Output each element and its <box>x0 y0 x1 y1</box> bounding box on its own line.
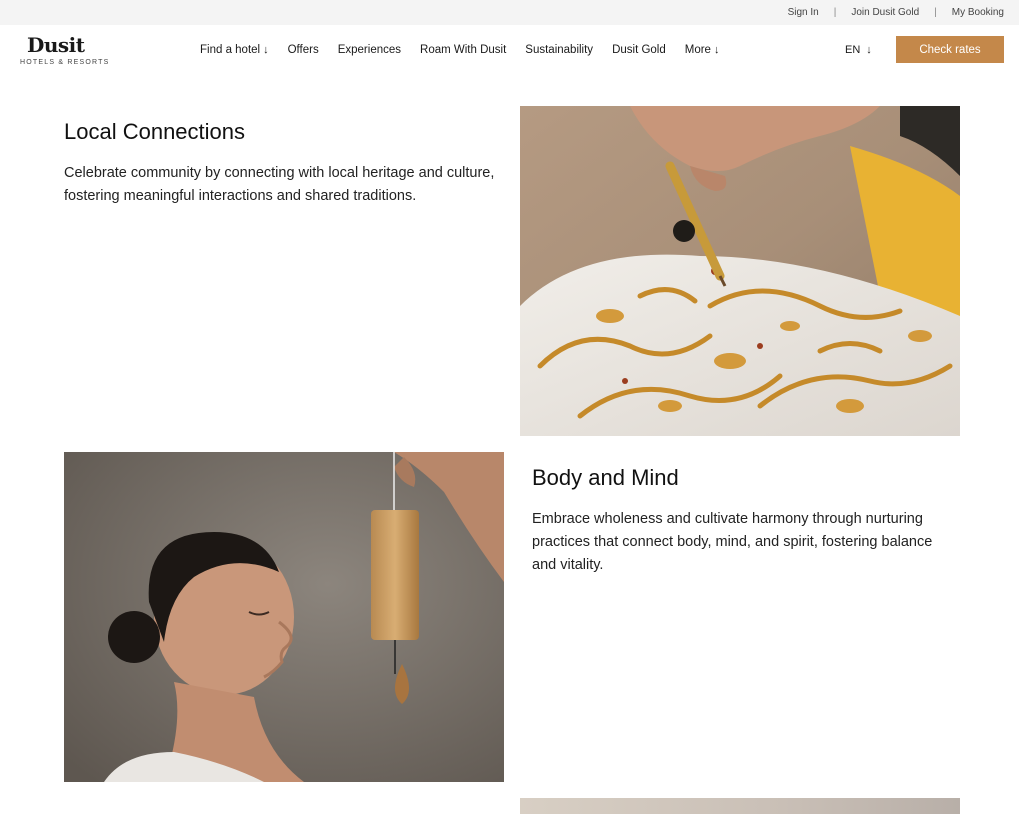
utility-bar: Sign In | Join Dusit Gold | My Booking <box>0 0 1019 25</box>
nav-experiences[interactable]: Experiences <box>338 44 401 56</box>
nav-label: More <box>684 44 711 56</box>
woman-wind-chime-image <box>64 452 504 782</box>
nav-label: Dusit Gold <box>612 44 666 56</box>
main-nav: Find a hotel ↓ Offers Experiences Roam W… <box>200 25 738 75</box>
next-section-image <box>520 798 960 814</box>
nav-label: Sustainability <box>525 44 594 56</box>
nav-offers[interactable]: Offers <box>288 44 319 56</box>
arrow-down-icon: ↓ <box>713 44 720 56</box>
check-rates-button[interactable]: Check rates <box>896 36 1004 63</box>
nav-label: Offers <box>287 44 319 56</box>
arrow-down-icon: ↓ <box>263 44 269 56</box>
section-title-body-and-mind: Body and Mind <box>532 465 679 490</box>
nav-label: Find a hotel <box>200 44 261 56</box>
nav-sustainability[interactable]: Sustainability <box>525 44 593 56</box>
nav-find-a-hotel[interactable]: Find a hotel ↓ <box>200 44 269 56</box>
logo-subtitle: HOTELS & RESORTS <box>20 59 110 66</box>
nav-more[interactable]: More ↓ <box>685 44 720 56</box>
language-selector[interactable]: EN ↓ <box>845 25 872 75</box>
section-title-local-connections: Local Connections <box>64 119 246 144</box>
batik-painting-image <box>520 106 960 436</box>
join-dusit-gold-link[interactable]: Join Dusit Gold <box>851 7 919 18</box>
section-text-body-and-mind: Embrace wholeness and cultivate harmony … <box>532 511 933 573</box>
arrow-down-icon: ↓ <box>866 44 872 56</box>
logo-wordmark: Dusit <box>27 33 85 57</box>
dusit-logo[interactable]: Dusit HOTELS & RESORTS <box>20 33 108 69</box>
nav-dusit-gold[interactable]: Dusit Gold <box>612 44 666 56</box>
section-text-local-connections: Celebrate community by connecting with l… <box>64 165 495 204</box>
utility-separator: | <box>833 7 837 18</box>
nav-label: Roam With Dusit <box>420 44 507 56</box>
nav-label: Experiences <box>337 44 402 56</box>
utility-links: Sign In | Join Dusit Gold | My Booking <box>788 0 1004 25</box>
main-header: Dusit HOTELS & RESORTS Find a hotel ↓ Of… <box>0 25 1019 75</box>
nav-roam-with-dusit[interactable]: Roam With Dusit <box>420 44 506 56</box>
utility-separator: | <box>934 7 937 18</box>
my-booking-link[interactable]: My Booking <box>952 7 1004 18</box>
sign-in-link[interactable]: Sign In <box>788 7 819 18</box>
language-label: EN <box>845 44 861 56</box>
